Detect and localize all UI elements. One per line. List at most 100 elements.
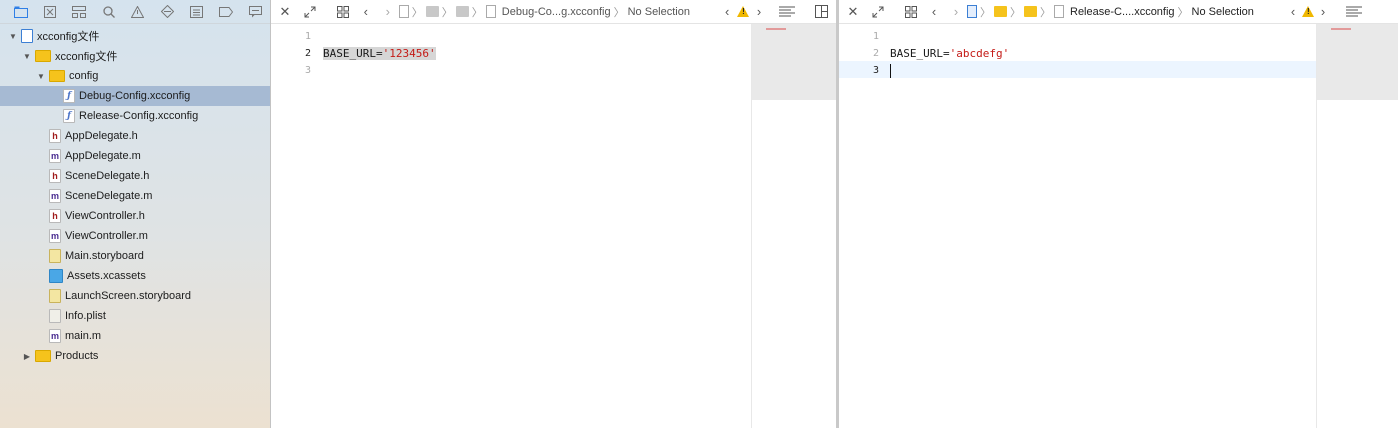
prev-issue-icon[interactable]: ‹: [718, 0, 736, 24]
navigator-item[interactable]: m main.m: [0, 326, 270, 346]
disclosure-open-icon[interactable]: ▼: [22, 52, 32, 61]
breadcrumb: 〉 〉 〉 Release-C....xcconfig 〉 No Selectio…: [967, 4, 1285, 20]
warning-icon[interactable]: !: [736, 0, 750, 24]
code-line[interactable]: BASE_URL='abcdefg': [890, 45, 1009, 62]
storyboard-file-icon: [49, 249, 61, 263]
folder-icon: [35, 50, 51, 62]
navigator-item[interactable]: ƒ Debug-Config.xcconfig: [0, 86, 270, 106]
back-arrow-icon[interactable]: ‹: [355, 0, 377, 24]
navigator-item[interactable]: h AppDelegate.h: [0, 126, 270, 146]
minimap-code-mark: [1331, 28, 1351, 30]
folder-crumb-icon[interactable]: [455, 6, 469, 17]
navigator-item-label: Info.plist: [65, 310, 106, 322]
navigator-item[interactable]: h ViewController.h: [0, 206, 270, 226]
project-crumb-icon[interactable]: [398, 5, 409, 18]
navigator-item[interactable]: ▼ xcconfig文件: [0, 26, 270, 46]
breadcrumb-file[interactable]: Debug-Co...g.xcconfig: [502, 6, 611, 18]
navigator-item[interactable]: ▼ config: [0, 66, 270, 86]
hierarchy-icon[interactable]: [65, 2, 94, 22]
next-issue-icon[interactable]: ›: [1315, 0, 1331, 24]
navigator-item[interactable]: m AppDelegate.m: [0, 146, 270, 166]
navigator-item[interactable]: Main.storyboard: [0, 246, 270, 266]
line-number-gutter: 1 2 3: [271, 28, 311, 88]
navigator-item[interactable]: ƒ Release-Config.xcconfig: [0, 106, 270, 126]
navigator-item[interactable]: h SceneDelegate.h: [0, 166, 270, 186]
related-items-icon[interactable]: [899, 0, 923, 24]
config-key: BASE_URL=: [323, 47, 383, 60]
editor-options-icon[interactable]: [1337, 0, 1371, 24]
forward-arrow-icon[interactable]: ›: [377, 0, 399, 24]
code-line-current[interactable]: [890, 62, 891, 79]
navigator-item[interactable]: ▶ Products: [0, 346, 270, 366]
breadcrumb-file[interactable]: Release-C....xcconfig: [1070, 6, 1175, 18]
expand-icon[interactable]: [867, 0, 889, 24]
project-icon: [21, 29, 33, 43]
chevron-right-icon: 〉: [411, 6, 423, 19]
folder-crumb-icon[interactable]: [425, 6, 439, 17]
line-number-current: 3: [872, 65, 879, 76]
tag-icon[interactable]: [211, 2, 240, 22]
forward-arrow-icon[interactable]: ›: [945, 0, 967, 24]
navigator-item[interactable]: Assets.xcassets: [0, 266, 270, 286]
navigator-item-label: Release-Config.xcconfig: [79, 110, 199, 122]
navigator-item[interactable]: m SceneDelegate.m: [0, 186, 270, 206]
minimap[interactable]: [751, 24, 836, 428]
minimap-visible-region[interactable]: [1317, 24, 1398, 100]
list-icon[interactable]: [182, 2, 211, 22]
close-icon[interactable]: ✕: [271, 0, 299, 24]
chevron-right-icon: 〉: [441, 6, 453, 19]
line-number-current: 2: [304, 48, 311, 59]
folder-icon: [35, 350, 51, 362]
breadcrumb-selection[interactable]: No Selection: [628, 6, 690, 18]
line-number: 2: [872, 48, 879, 59]
prev-issue-icon[interactable]: ‹: [1285, 0, 1301, 24]
issue-warning-icon[interactable]: [123, 2, 152, 22]
disclosure-open-icon[interactable]: ▼: [8, 32, 18, 41]
left-editor-pane: ✕ ‹ › 〉 〉 〉 Debug-Co...g.xcconfig 〉 No Se…: [271, 0, 836, 428]
project-crumb-icon[interactable]: [967, 5, 977, 18]
folder-crumb-icon[interactable]: [1024, 6, 1037, 17]
warning-x-icon[interactable]: [35, 2, 64, 22]
chevron-right-icon: 〉: [613, 6, 625, 19]
navigator-item-label: AppDelegate.h: [65, 130, 138, 142]
navigator-item-label: Products: [55, 350, 99, 362]
breadcrumb-selection[interactable]: No Selection: [1192, 6, 1254, 18]
navigator-item[interactable]: ▼ xcconfig文件: [0, 46, 270, 66]
project-navigator: ▼ xcconfig文件 ▼ xcconfig文件 ▼ config ƒ Debug-Conf…: [0, 0, 271, 428]
right-jump-bar: ✕ ‹ › 〉 〉 〉 Release-C....xcconfig 〉 No Se…: [839, 0, 1398, 24]
folder-icon[interactable]: [6, 2, 35, 22]
add-editor-icon[interactable]: [808, 0, 836, 24]
storyboard-file-icon: [49, 289, 61, 303]
left-jump-bar: ✕ ‹ › 〉 〉 〉 Debug-Co...g.xcconfig 〉 No Se…: [271, 0, 836, 24]
test-diamond-icon[interactable]: [153, 2, 182, 22]
chevron-right-icon: 〉: [980, 6, 991, 19]
close-icon[interactable]: ✕: [839, 0, 867, 24]
expand-icon[interactable]: [299, 0, 321, 24]
editor-options-icon[interactable]: [772, 0, 802, 24]
next-issue-icon[interactable]: ›: [750, 0, 768, 24]
chevron-right-icon: 〉: [1010, 6, 1021, 19]
chevron-right-icon: 〉: [1040, 6, 1051, 19]
minimap-visible-region[interactable]: [752, 24, 836, 100]
header-file-icon: h: [49, 209, 61, 223]
disclosure-closed-icon[interactable]: ▶: [22, 352, 32, 361]
warning-icon[interactable]: !: [1301, 0, 1315, 24]
line-number-gutter: 1 2 3: [839, 28, 879, 88]
search-icon[interactable]: [94, 2, 123, 22]
disclosure-open-icon[interactable]: ▼: [36, 72, 46, 81]
navigator-item[interactable]: m ViewController.m: [0, 226, 270, 246]
current-line-highlight: [839, 61, 1316, 78]
related-items-icon[interactable]: [331, 0, 355, 24]
minimap-code-mark: [766, 28, 786, 30]
minimap[interactable]: [1316, 24, 1398, 428]
back-arrow-icon[interactable]: ‹: [923, 0, 945, 24]
navigator-item-label: Assets.xcassets: [67, 270, 146, 282]
navigator-item[interactable]: Info.plist: [0, 306, 270, 326]
header-file-icon: h: [49, 129, 61, 143]
navigator-item-label: Main.storyboard: [65, 250, 144, 262]
comment-icon[interactable]: [241, 2, 270, 22]
navigator-item[interactable]: LaunchScreen.storyboard: [0, 286, 270, 306]
code-line[interactable]: BASE_URL='123456': [323, 45, 436, 62]
folder-crumb-icon[interactable]: [994, 6, 1007, 17]
config-value: 'abcdefg': [949, 47, 1010, 60]
